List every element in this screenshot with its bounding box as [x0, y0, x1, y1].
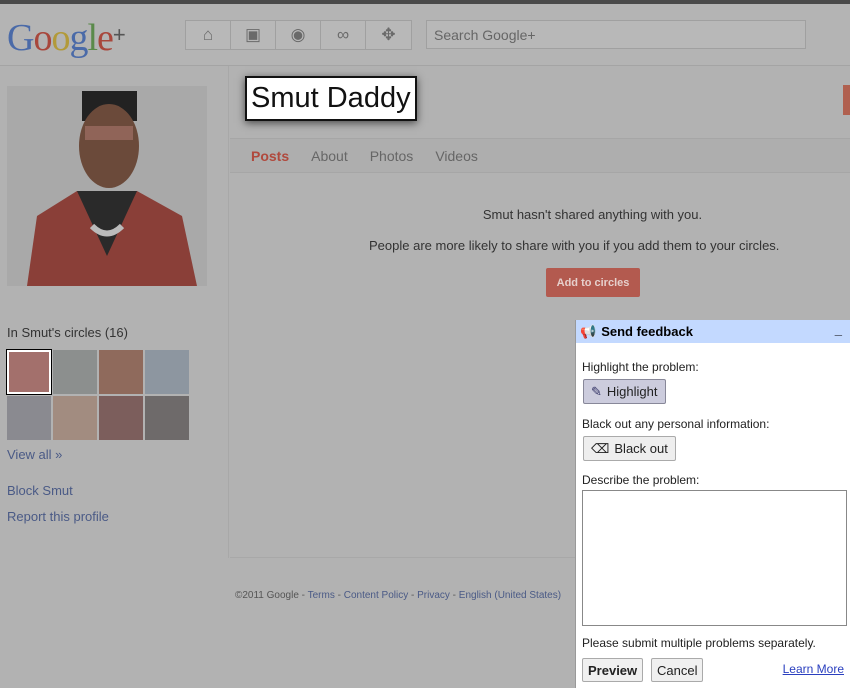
privacy-link[interactable]: Privacy	[417, 590, 450, 601]
learn-more-link[interactable]: Learn More	[783, 662, 844, 676]
blackout-button[interactable]: ⌫ Black out	[583, 436, 676, 461]
view-all-link[interactable]: View all »	[7, 447, 62, 462]
games-icon[interactable]: ✥	[366, 21, 411, 49]
terms-link[interactable]: Terms	[308, 590, 335, 601]
header: Google+ ⌂ ▣ ◉ ∞ ✥ Search Google+	[0, 4, 850, 66]
blackout-label: Black out any personal information:	[582, 417, 770, 431]
feedback-panel: 📢 Send feedback _ Highlight the problem:…	[575, 320, 850, 688]
circles-icon[interactable]: ∞	[321, 21, 366, 49]
feedback-note: Please submit multiple problems separate…	[582, 636, 816, 650]
report-link[interactable]: Report this profile	[7, 509, 109, 524]
tab-videos[interactable]: Videos	[435, 148, 478, 164]
cancel-button[interactable]: Cancel	[651, 658, 704, 682]
footer: ©2011 Google - Terms - Content Policy - …	[235, 590, 562, 601]
language-link[interactable]: English (United States)	[459, 590, 561, 601]
tab-photos[interactable]: Photos	[370, 148, 414, 164]
profile-tabs: Posts About Photos Videos	[230, 138, 850, 173]
megaphone-icon: 📢	[580, 323, 597, 339]
action-button[interactable]	[843, 85, 850, 115]
describe-label: Describe the problem:	[582, 473, 700, 487]
share-hint: People are more likely to share with you…	[369, 238, 780, 253]
eraser-icon: ⌫	[591, 440, 610, 456]
circles-title: In Smut's circles (16)	[7, 325, 128, 340]
content-policy-link[interactable]: Content Policy	[344, 590, 408, 601]
avatar[interactable]	[145, 396, 189, 440]
profile-icon[interactable]: ◉	[276, 21, 321, 49]
search-input[interactable]: Search Google+	[426, 20, 806, 49]
avatar[interactable]	[6, 349, 52, 395]
avatar[interactable]	[7, 396, 51, 440]
block-link[interactable]: Block Smut	[7, 483, 73, 498]
preview-button[interactable]: Preview	[582, 658, 644, 682]
nav-buttons: ⌂ ▣ ◉ ∞ ✥	[185, 20, 412, 50]
left-sidebar: In Smut's circles (16) View all » Block …	[0, 66, 229, 558]
home-icon[interactable]: ⌂	[186, 21, 231, 49]
highlight-label: Highlight the problem:	[582, 360, 699, 374]
circle-avatars	[6, 349, 189, 440]
avatar[interactable]	[145, 350, 189, 394]
minimize-button[interactable]: _	[835, 322, 842, 337]
feedback-header: 📢 Send feedback _	[576, 320, 850, 343]
add-to-circles-button[interactable]: Add to circles	[546, 268, 640, 297]
profile-photo	[7, 86, 207, 286]
avatar[interactable]	[99, 396, 143, 440]
problem-description-input[interactable]	[582, 490, 847, 626]
photos-icon[interactable]: ▣	[231, 21, 276, 49]
google-plus-logo[interactable]: Google+	[7, 16, 126, 60]
avatar[interactable]	[99, 350, 143, 394]
tab-posts[interactable]: Posts	[251, 148, 289, 164]
tab-about[interactable]: About	[311, 148, 348, 164]
profile-name: Smut Daddy	[245, 76, 417, 121]
avatar[interactable]	[53, 396, 97, 440]
pencil-icon: ✎	[591, 383, 602, 399]
empty-message: Smut hasn't shared anything with you.	[482, 207, 703, 222]
highlight-button[interactable]: ✎ Highlight	[583, 379, 666, 404]
avatar[interactable]	[53, 350, 97, 394]
